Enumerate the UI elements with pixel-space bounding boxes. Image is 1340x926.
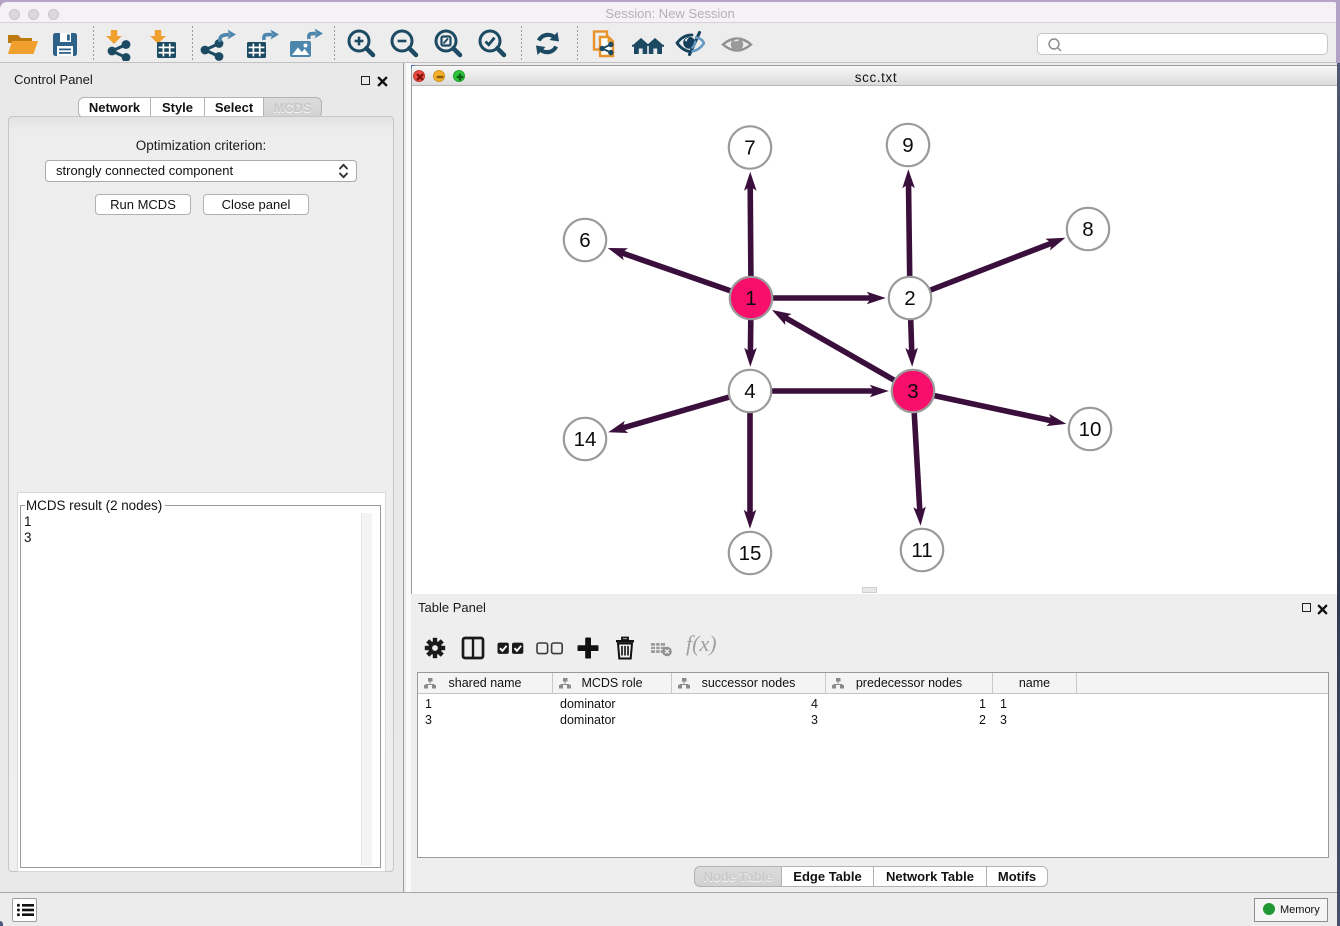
svg-text:15: 15 [739,542,762,565]
svg-text:1: 1 [745,287,756,310]
svg-text:7: 7 [744,137,755,160]
svg-text:14: 14 [574,428,597,451]
svg-text:11: 11 [911,539,932,562]
svg-text:2: 2 [904,287,915,310]
svg-text:3: 3 [907,380,918,403]
svg-text:8: 8 [1082,218,1093,241]
svg-text:9: 9 [902,134,913,157]
svg-text:4: 4 [744,380,755,403]
svg-text:10: 10 [1079,418,1102,441]
svg-text:6: 6 [579,229,590,252]
